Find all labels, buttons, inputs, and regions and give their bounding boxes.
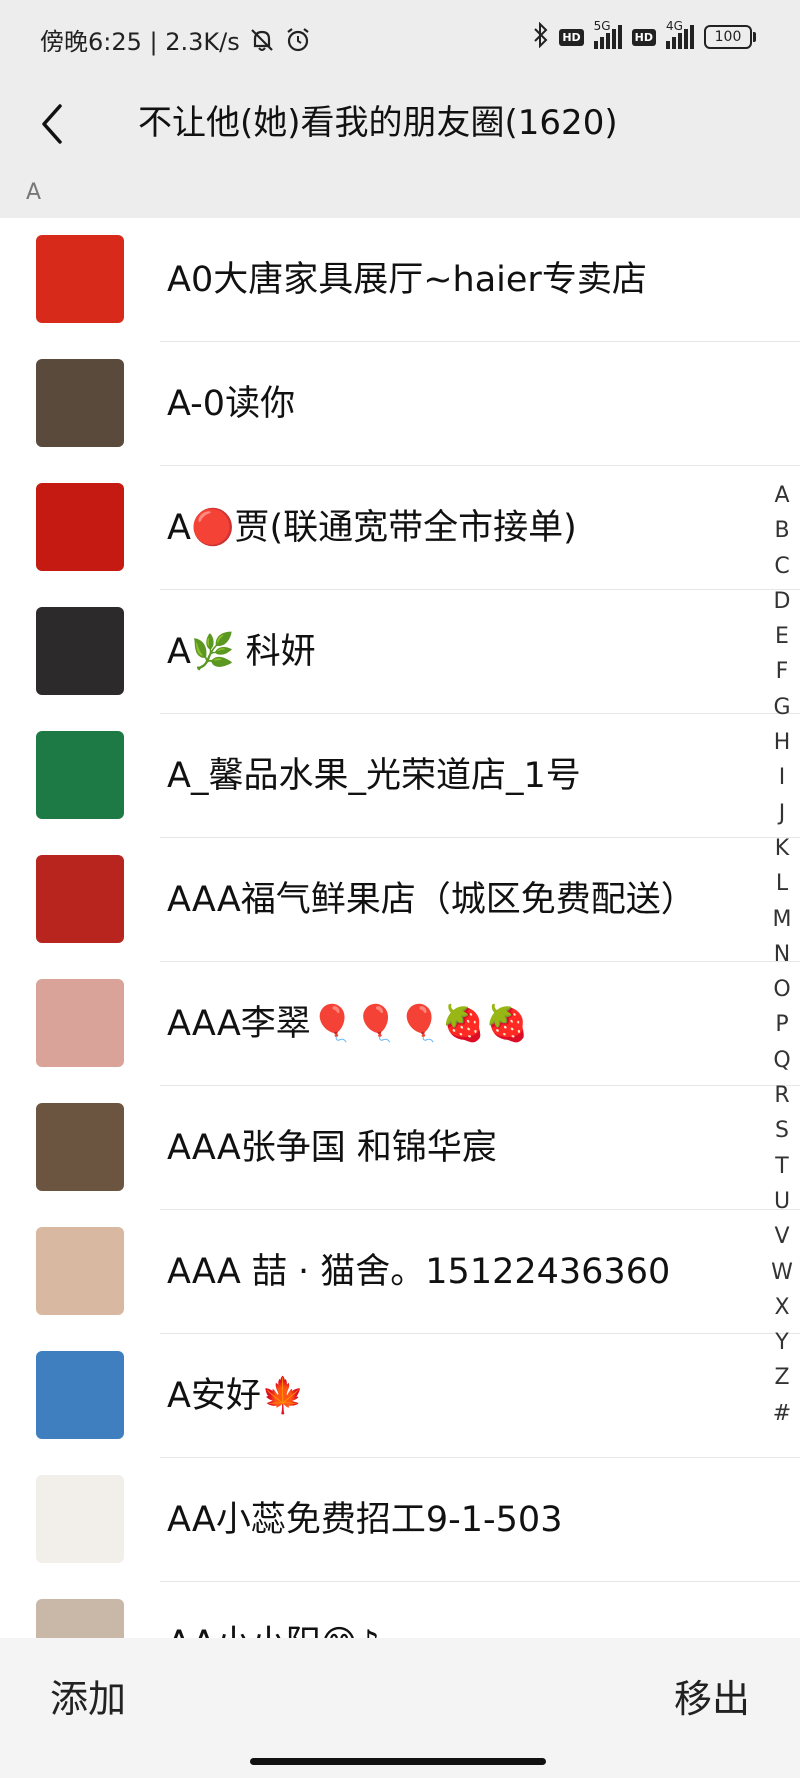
cartoon-girl-red-avatar xyxy=(36,855,124,943)
furniture-store-ad-avatar xyxy=(36,235,124,323)
calligraphy-heart-avatar xyxy=(36,1475,124,1563)
contact-name: AA小小阳😊♪ xyxy=(167,1582,380,1638)
contact-name: A安好🍁 xyxy=(167,1376,305,1416)
index-letter[interactable]: B xyxy=(774,513,789,548)
alphabet-index-bar[interactable]: A B C D E F G H I J K L M N O P Q R S T U V W X Y Z # xyxy=(762,478,800,1431)
contact-name: A_馨品水果_光荣道店_1号 xyxy=(167,756,581,796)
index-letter[interactable]: I xyxy=(779,760,786,795)
status-right: HD 5G HD 4G 100 xyxy=(533,19,756,52)
section-letter: A xyxy=(26,180,42,205)
index-letter[interactable]: W xyxy=(771,1255,793,1290)
status-left: 傍晚6:25 | 2.3K/s xyxy=(40,22,312,57)
chevron-left-icon xyxy=(26,104,82,156)
list-item[interactable]: A🌿 科妍 xyxy=(0,590,800,714)
back-button[interactable] xyxy=(26,96,82,152)
status-bar: 傍晚6:25 | 2.3K/s HD 5G HD 4G 100 xyxy=(0,0,800,78)
man-suit-photo-avatar xyxy=(36,1103,124,1191)
index-letter[interactable]: M xyxy=(773,902,792,937)
index-letter[interactable]: # xyxy=(773,1396,791,1431)
bottom-bar: 添加 移出 xyxy=(0,1638,800,1778)
index-letter[interactable]: K xyxy=(775,831,789,866)
woman-portrait-avatar xyxy=(36,607,124,695)
contact-name: A-0读你 xyxy=(167,384,296,424)
bluetooth-icon xyxy=(533,21,549,52)
index-letter[interactable]: G xyxy=(773,690,790,725)
contact-name: AAA福气鲜果店（城区免费配送） xyxy=(167,880,696,920)
index-letter[interactable]: E xyxy=(775,619,789,654)
contact-list: A0大唐家具展厅~haier专卖店 A-0读你 A🔴贾(联通宽带全市接单) A🌿… xyxy=(0,218,800,1638)
hd-badge: HD xyxy=(559,28,584,46)
portrait-photo-avatar xyxy=(36,1599,124,1638)
contact-name: AAA李翠🎈🎈🎈🍓🍓 xyxy=(167,1004,529,1044)
index-letter[interactable]: Z xyxy=(774,1360,789,1395)
header: 不让他(她)看我的朋友圈(1620) xyxy=(0,78,800,168)
battery-icon: 100 xyxy=(704,25,756,49)
contact-name: A🔴贾(联通宽带全市接单) xyxy=(167,508,577,548)
hd-badge-2: HD xyxy=(631,28,656,46)
index-letter[interactable]: D xyxy=(774,584,791,619)
list-item[interactable]: A0大唐家具展厅~haier专卖店 xyxy=(0,218,800,342)
contact-name: AAA 喆 · 猫舍。15122436360 xyxy=(167,1252,671,1292)
list-item[interactable]: AA小蕊免费招工9-1-503 xyxy=(0,1458,800,1582)
index-letter[interactable]: Y xyxy=(775,1325,788,1360)
index-letter[interactable]: J xyxy=(779,796,786,831)
woman-selfie-avatar xyxy=(36,979,124,1067)
index-letter[interactable]: V xyxy=(774,1219,789,1254)
page-title: 不让他(她)看我的朋友圈(1620) xyxy=(138,103,618,143)
contact-name: AAA张争国 和锦华宸 xyxy=(167,1128,497,1168)
list-item[interactable]: AAA李翠🎈🎈🎈🍓🍓 xyxy=(0,962,800,1086)
contact-name: A0大唐家具展厅~haier专卖店 xyxy=(167,260,647,300)
cat-photo-avatar xyxy=(36,1227,124,1315)
bell-muted-icon xyxy=(248,26,276,54)
index-letter[interactable]: F xyxy=(776,654,789,689)
index-letter[interactable]: H xyxy=(774,725,791,760)
list-item[interactable]: AAA福气鲜果店（城区免费配送） xyxy=(0,838,800,962)
sea-landscape-avatar xyxy=(36,1351,124,1439)
home-indicator[interactable] xyxy=(250,1758,546,1765)
index-letter[interactable]: N xyxy=(774,937,790,972)
index-letter[interactable]: R xyxy=(774,1078,789,1113)
index-letter[interactable]: C xyxy=(774,549,789,584)
remove-button[interactable]: 移出 xyxy=(674,1668,750,1723)
index-letter[interactable]: A xyxy=(774,478,789,513)
contact-name: A🌿 科妍 xyxy=(167,632,316,672)
man-sunglasses-photo-avatar xyxy=(36,359,124,447)
index-letter[interactable]: P xyxy=(775,1007,788,1042)
index-letter[interactable]: O xyxy=(773,972,790,1007)
alarm-clock-icon xyxy=(284,26,312,54)
list-item[interactable]: AAA张争国 和锦华宸 xyxy=(0,1086,800,1210)
contact-name: AA小蕊免费招工9-1-503 xyxy=(167,1500,563,1540)
list-item[interactable]: A_馨品水果_光荣道店_1号 xyxy=(0,714,800,838)
index-letter[interactable]: S xyxy=(775,1113,789,1148)
list-item[interactable]: AAA 喆 · 猫舍。15122436360 xyxy=(0,1210,800,1334)
signal-5g-icon: 5G xyxy=(593,19,622,49)
add-button[interactable]: 添加 xyxy=(50,1668,126,1723)
green-fruit-shop-logo-avatar xyxy=(36,731,124,819)
index-letter[interactable]: U xyxy=(774,1184,790,1219)
index-letter[interactable]: T xyxy=(775,1149,788,1184)
index-letter[interactable]: L xyxy=(776,866,788,901)
index-letter[interactable]: X xyxy=(774,1290,789,1325)
list-item[interactable]: A-0读你 xyxy=(0,342,800,466)
status-time-speed: 傍晚6:25 | 2.3K/s xyxy=(40,28,240,56)
index-letter[interactable]: Q xyxy=(773,1043,790,1078)
list-item[interactable]: A安好🍁 xyxy=(0,1334,800,1458)
list-item[interactable]: AA小小阳😊♪ xyxy=(0,1582,800,1638)
section-header: A xyxy=(0,168,800,218)
list-item[interactable]: A🔴贾(联通宽带全市接单) xyxy=(0,466,800,590)
red-calligraphy-avatar xyxy=(36,483,124,571)
signal-4g-icon: 4G xyxy=(666,19,694,49)
